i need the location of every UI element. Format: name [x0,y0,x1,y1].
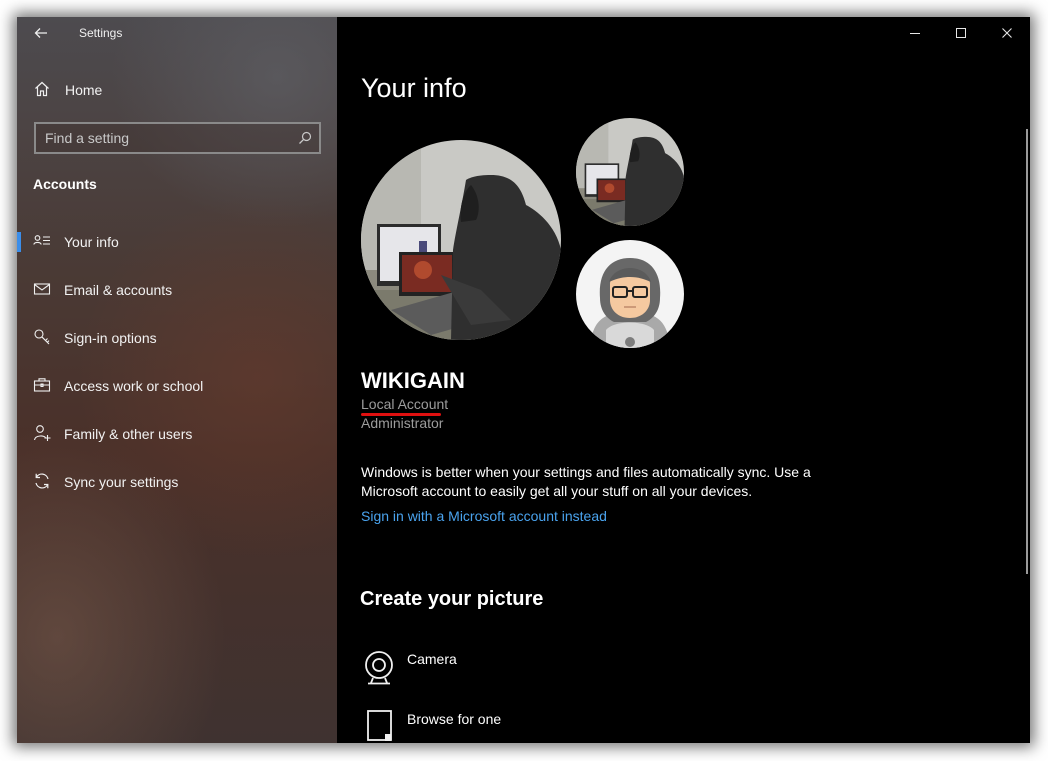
search-box[interactable] [34,122,321,154]
create-picture-heading: Create your picture [360,588,544,610]
user-card-icon [33,232,51,250]
sidebar-item-home[interactable]: Home [17,70,337,110]
sidebar-item-label: Access work or school [64,378,204,394]
account-role: Administrator [361,415,444,431]
title-bar: Settings [17,17,337,49]
active-indicator [17,232,21,252]
sidebar-item-label: Sign-in options [64,330,157,346]
page-title: Your info [361,73,467,103]
briefcase-icon [33,376,51,394]
camera-icon [361,649,397,689]
search-icon[interactable] [297,130,313,146]
sidebar-item-email-accounts[interactable]: Email & accounts [17,270,337,310]
home-icon [33,80,51,98]
account-picture-recent[interactable] [576,118,684,226]
app-title: Settings [79,26,123,40]
sync-icon [33,472,51,490]
person-add-icon [33,424,51,442]
sidebar-item-your-info[interactable]: Your info [17,222,337,262]
back-button[interactable] [29,24,53,42]
settings-window: Settings Home Accounts [17,17,1030,743]
search-input[interactable] [36,124,291,152]
browse-file-icon [361,709,397,743]
back-arrow-icon [34,28,47,38]
browse-option-label: Browse for one [407,711,502,727]
default-avatar-picture[interactable] [576,240,684,348]
sidebar-item-label: Sync your settings [64,474,179,490]
main-content: Your info WIKIGAIN Local Account Adminis… [337,17,1030,743]
sidebar-item-sign-in-options[interactable]: Sign-in options [17,318,337,358]
section-heading: Accounts [33,176,97,192]
camera-option-label: Camera [407,651,457,667]
sidebar-item-sync-settings[interactable]: Sync your settings [17,462,337,502]
sidebar-item-family-other-users[interactable]: Family & other users [17,414,337,454]
account-name: WIKIGAIN [361,368,465,393]
sidebar-item-label: Family & other users [64,426,193,442]
mail-icon [33,280,51,298]
camera-option[interactable]: Camera [361,649,661,697]
microsoft-sign-in-link[interactable]: Sign in with a Microsoft account instead [361,508,607,524]
sidebar: Settings Home Accounts [17,17,337,743]
sync-message: Windows is better when your settings and… [361,464,811,499]
sidebar-item-label: Email & accounts [64,282,173,298]
sidebar-item-label: Home [65,82,103,98]
account-picture-current [361,140,561,340]
sidebar-item-label: Your info [64,234,119,250]
vertical-scrollbar[interactable] [1026,129,1028,574]
account-type: Local Account [361,396,449,412]
key-icon [33,328,51,346]
sidebar-item-access-work-school[interactable]: Access work or school [17,366,337,406]
browse-option[interactable]: Browse for one [361,709,661,743]
